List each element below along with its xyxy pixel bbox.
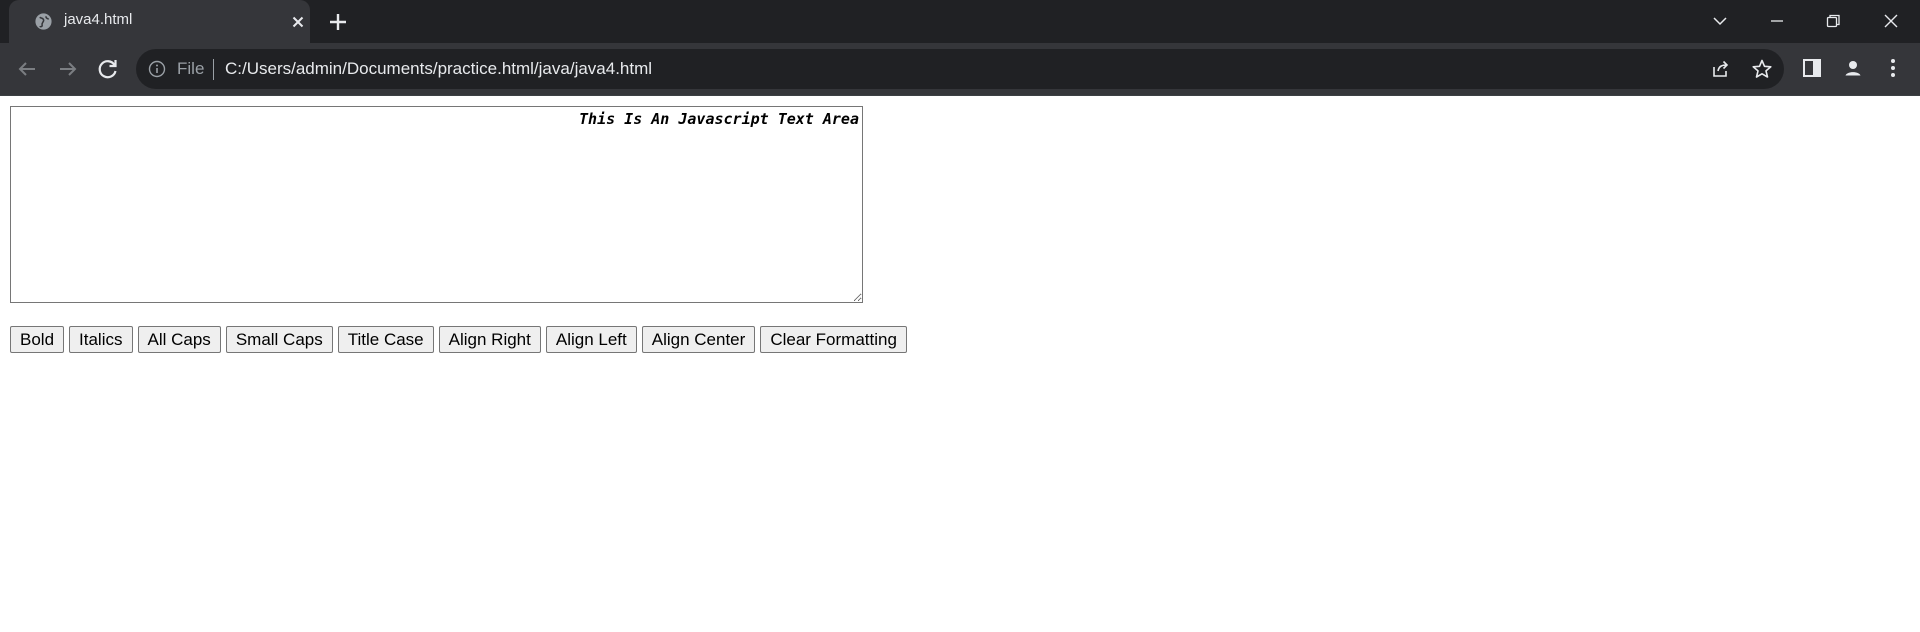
scheme-label: File bbox=[177, 59, 205, 78]
omnibox-divider bbox=[213, 59, 214, 80]
kebab-menu-icon[interactable] bbox=[1881, 56, 1905, 80]
italics-button[interactable]: Italics bbox=[69, 326, 133, 353]
reload-icon[interactable] bbox=[94, 55, 122, 83]
url-text[interactable]: C:/Users/admin/Documents/practice.html/j… bbox=[225, 59, 652, 79]
align-right-button[interactable]: Align Right bbox=[438, 326, 541, 353]
align-center-button[interactable]: Align Center bbox=[641, 326, 756, 353]
clear-formatting-button[interactable]: Clear Formatting bbox=[760, 326, 907, 353]
tab-strip: java4.html bbox=[0, 0, 1920, 43]
info-icon[interactable] bbox=[148, 60, 166, 78]
side-panel-icon[interactable] bbox=[1800, 56, 1824, 80]
globe-icon bbox=[35, 13, 52, 30]
active-tab[interactable]: java4.html bbox=[9, 0, 310, 43]
text-area[interactable] bbox=[10, 106, 863, 303]
star-icon[interactable] bbox=[1751, 58, 1773, 80]
tab-title: java4.html bbox=[64, 11, 133, 28]
share-icon[interactable] bbox=[1710, 58, 1732, 80]
align-left-button[interactable]: Align Left bbox=[545, 326, 637, 353]
arrow-left-icon[interactable] bbox=[13, 55, 41, 83]
bold-button[interactable]: Bold bbox=[10, 326, 65, 353]
formatting-buttons: Bold Italics All Caps Small Caps Title C… bbox=[10, 326, 907, 353]
title-case-button[interactable]: Title Case bbox=[337, 326, 434, 353]
small-caps-button[interactable]: Small Caps bbox=[225, 326, 333, 353]
address-bar[interactable]: File C:/Users/admin/Documents/practice.h… bbox=[136, 49, 1784, 89]
chevron-down-icon[interactable] bbox=[1705, 6, 1735, 36]
page-content: Bold Italics All Caps Small Caps Title C… bbox=[0, 96, 1920, 632]
browser-toolbar: File C:/Users/admin/Documents/practice.h… bbox=[0, 43, 1920, 95]
all-caps-button[interactable]: All Caps bbox=[137, 326, 221, 353]
close-icon[interactable] bbox=[289, 13, 307, 31]
restore-icon[interactable] bbox=[1818, 6, 1848, 36]
minimize-icon[interactable] bbox=[1762, 6, 1792, 36]
close-icon[interactable] bbox=[1876, 6, 1906, 36]
plus-icon[interactable] bbox=[326, 10, 350, 34]
person-icon[interactable] bbox=[1841, 56, 1865, 80]
arrow-right-icon[interactable] bbox=[54, 55, 82, 83]
